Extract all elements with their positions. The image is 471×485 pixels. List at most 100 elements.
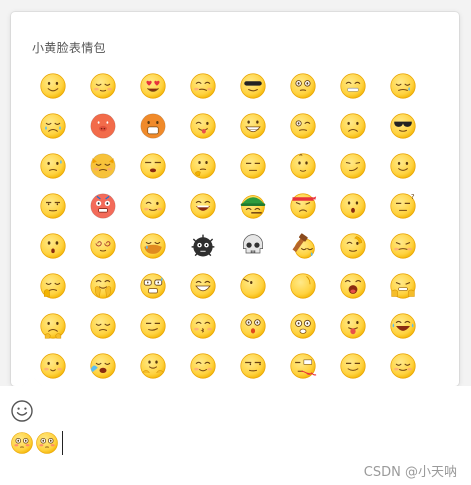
yawn-icon: [290, 273, 316, 299]
sob-icon: [40, 113, 66, 139]
emoji-clap[interactable]: [83, 266, 123, 306]
emoji-jaw-drop[interactable]: [133, 106, 173, 146]
emoji-tongue-out[interactable]: [333, 306, 373, 346]
emoji-skull[interactable]: [233, 226, 273, 266]
emoji-cool[interactable]: [233, 66, 273, 106]
emoji-hug[interactable]: [133, 346, 173, 386]
emoji-virus[interactable]: [183, 226, 223, 266]
message-input[interactable]: [10, 430, 63, 456]
emoji-snicker[interactable]: [333, 346, 373, 386]
emoji-shock[interactable]: [33, 226, 73, 266]
emoji-tongue-wink[interactable]: [183, 106, 223, 146]
emoji-fist[interactable]: [383, 266, 423, 306]
emoji-happy[interactable]: [383, 146, 423, 186]
emoji-sly[interactable]: [133, 306, 173, 346]
emoji-sunglasses[interactable]: [383, 106, 423, 146]
emoji-zipped[interactable]: [333, 66, 373, 106]
input-emoji-flushed: [35, 431, 59, 455]
salute-icon: [340, 233, 366, 259]
emoji-meh[interactable]: [233, 146, 273, 186]
emoji-kiss[interactable]: [183, 306, 223, 346]
smiley-outline-icon: [11, 400, 33, 422]
laugh-icon: [190, 193, 216, 219]
emoji-tipsy[interactable]: [183, 66, 223, 106]
emoji-shy[interactable]: [83, 66, 123, 106]
emoji-headband[interactable]: [283, 186, 323, 226]
emoji-weep[interactable]: [383, 66, 423, 106]
svg-text:?: ?: [411, 193, 415, 201]
blush-icon: [190, 353, 216, 379]
cool-icon: [240, 73, 266, 99]
crazy-icon: [290, 313, 316, 339]
emoji-drool-smile[interactable]: [183, 266, 223, 306]
emoji-sad[interactable]: [33, 306, 73, 346]
emoji-smirk[interactable]: [333, 146, 373, 186]
emoji-grin-teeth[interactable]: [233, 106, 273, 146]
surprised-icon: [340, 193, 366, 219]
hug-icon: [140, 353, 166, 379]
emoji-glance[interactable]: [233, 346, 273, 386]
clap-icon: [90, 273, 116, 299]
emoji-grimace[interactable]: [383, 226, 423, 266]
emoji-cry-hide[interactable]: [133, 226, 173, 266]
emoji-sob[interactable]: [33, 106, 73, 146]
calm-icon: [390, 353, 416, 379]
frown-icon: [340, 113, 366, 139]
grin-teeth-icon: [240, 113, 266, 139]
emoji-heart-eyes[interactable]: [133, 66, 173, 106]
emoji-smile[interactable]: [33, 66, 73, 106]
input-emoji-flushed: [10, 431, 34, 455]
emoji-sleepy[interactable]: [133, 146, 173, 186]
emoji-yawn[interactable]: [283, 266, 323, 306]
emoji-hammer[interactable]: [283, 226, 323, 266]
eat-icon: [340, 273, 366, 299]
emoji-question[interactable]: ?: [383, 186, 423, 226]
cry-hide-icon: [140, 233, 166, 259]
stare-icon: [40, 193, 66, 219]
emoji-calm[interactable]: [383, 346, 423, 386]
sweat-icon: [40, 153, 66, 179]
emoji-pig-face[interactable]: [83, 106, 123, 146]
grimace-icon: [390, 233, 416, 259]
emoji-peek[interactable]: [233, 266, 273, 306]
emoji-toggle-button[interactable]: [10, 399, 34, 423]
emoji-laugh-cry[interactable]: [383, 306, 423, 346]
furious-icon: [90, 193, 116, 219]
headband-icon: [290, 193, 317, 219]
emoji-wink-blush[interactable]: [133, 186, 173, 226]
emoji-blush[interactable]: [183, 346, 223, 386]
emoji-angry-cat[interactable]: [83, 146, 123, 186]
pig-face-icon: [90, 113, 116, 139]
emoji-doubt[interactable]: [283, 146, 323, 186]
emoji-sweat[interactable]: [33, 146, 73, 186]
green-hat-icon: [240, 195, 266, 219]
tongue-out-icon: [340, 313, 366, 339]
emoji-surprised[interactable]: [333, 186, 373, 226]
emoji-pout[interactable]: [33, 346, 73, 386]
emoji-eat[interactable]: [333, 266, 373, 306]
emoji-scared-sweat[interactable]: [133, 266, 173, 306]
emoji-bleed[interactable]: [283, 346, 323, 386]
emoji-furious[interactable]: [83, 186, 123, 226]
emoji-frown[interactable]: [333, 106, 373, 146]
kiss-icon: [190, 313, 216, 339]
emoji-thinking[interactable]: [183, 146, 223, 186]
wink-blush-icon: [140, 193, 166, 219]
emoji-squint-one[interactable]: [283, 106, 323, 146]
emoji-green-hat[interactable]: [233, 186, 273, 226]
emoji-cold[interactable]: [33, 266, 73, 306]
emoji-tired[interactable]: [83, 306, 123, 346]
emoji-laugh[interactable]: [183, 186, 223, 226]
emoji-rage-cry[interactable]: [83, 346, 123, 386]
emoji-stare[interactable]: [33, 186, 73, 226]
heart-eyes-icon: [140, 73, 166, 99]
sad-icon: [40, 313, 66, 339]
sunglasses-icon: [390, 113, 416, 139]
bleed-icon: [290, 353, 317, 379]
emoji-crazy[interactable]: [283, 306, 323, 346]
emoji-stunned[interactable]: [233, 306, 273, 346]
emoji-dizzy-eyes[interactable]: [283, 66, 323, 106]
skull-icon: [243, 234, 263, 254]
emoji-swirl-eyes[interactable]: [83, 226, 123, 266]
emoji-salute[interactable]: [333, 226, 373, 266]
